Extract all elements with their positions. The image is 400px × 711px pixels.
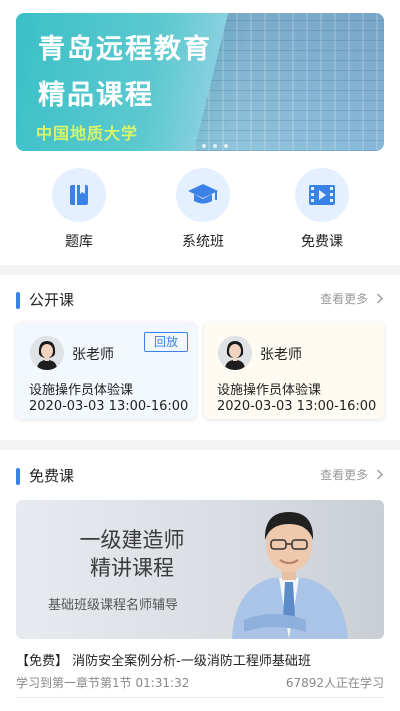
category-label: 免费课 [301, 234, 343, 250]
section-accent-bar [16, 468, 20, 485]
promo-banner[interactable]: 青岛远程教育 精品课程 中国地质大学 [16, 13, 384, 151]
see-more-link[interactable]: 查看更多 [320, 466, 384, 483]
course-time: 2020-03-03 13:00-16:00 [217, 399, 377, 414]
section-title: 免费课 [29, 467, 75, 485]
book-icon [52, 168, 106, 222]
section-title: 公开课 [29, 291, 75, 309]
teacher-name: 张老师 [260, 347, 302, 363]
open-course-header: 公开课 查看更多 [0, 286, 400, 314]
chevron-right-icon [377, 293, 383, 304]
teacher-name: 张老师 [72, 347, 114, 363]
banner-title-line1: 青岛远程教育 [38, 34, 212, 65]
carousel-dot[interactable] [224, 144, 228, 148]
section-divider [0, 265, 400, 275]
chevron-right-icon [377, 469, 383, 480]
category-free-course[interactable]: 免费课 [282, 168, 362, 251]
divider [16, 697, 384, 698]
avatar [218, 336, 252, 370]
carousel-dot[interactable] [202, 144, 206, 148]
category-question-bank[interactable]: 题库 [39, 168, 119, 251]
video-title-line1: 一级建造师 [79, 528, 185, 552]
graduation-cap-icon [176, 168, 230, 222]
avatar [30, 336, 64, 370]
learner-count: 67892人正在学习 [285, 676, 384, 690]
course-video-thumbnail[interactable]: 一级建造师 精讲课程 基础班级课程名师辅导 [16, 500, 384, 639]
course-name: 设施操作员体验课 [217, 383, 322, 398]
live-course-card[interactable]: 张老师 回放 设施操作员体验课 2020-03-03 13:00-16:00 [16, 322, 196, 419]
category-shortcuts: 题库 系统班 免费课 [0, 168, 400, 258]
course-name: 设施操作员体验课 [29, 383, 134, 398]
video-title-line2: 精讲课程 [90, 556, 174, 580]
free-course-title[interactable]: 【免费】 消防安全案例分析-一级消防工程师基础班 [16, 650, 311, 669]
banner-university: 中国地质大学 [36, 124, 139, 143]
instructor-photo [232, 512, 348, 639]
video-icon [295, 168, 349, 222]
see-more-link[interactable]: 查看更多 [320, 290, 384, 307]
category-label: 题库 [65, 234, 93, 250]
category-system-class[interactable]: 系统班 [163, 168, 243, 251]
section-accent-bar [16, 292, 20, 309]
section-divider [0, 440, 400, 450]
carousel-dots[interactable] [202, 144, 228, 148]
video-subtitle: 基础班级课程名师辅导 [48, 598, 179, 613]
carousel-dot[interactable] [213, 144, 217, 148]
see-more-label: 查看更多 [320, 468, 369, 482]
free-course-header: 免费课 查看更多 [0, 462, 400, 490]
replay-badge[interactable]: 回放 [144, 332, 188, 352]
see-more-label: 查看更多 [320, 292, 369, 306]
video-title: 一级建造师 精讲课程 [64, 526, 200, 582]
course-time: 2020-03-03 13:00-16:00 [29, 399, 189, 414]
building-graphic [194, 13, 384, 151]
learning-progress: 学习到第一章节第1节 01:31:32 [16, 676, 190, 690]
live-course-card[interactable]: 张老师 设施操作员体验课 2020-03-03 13:00-16:00 [204, 322, 384, 419]
category-label: 系统班 [182, 234, 224, 250]
banner-title-line2: 精品课程 [38, 80, 154, 111]
